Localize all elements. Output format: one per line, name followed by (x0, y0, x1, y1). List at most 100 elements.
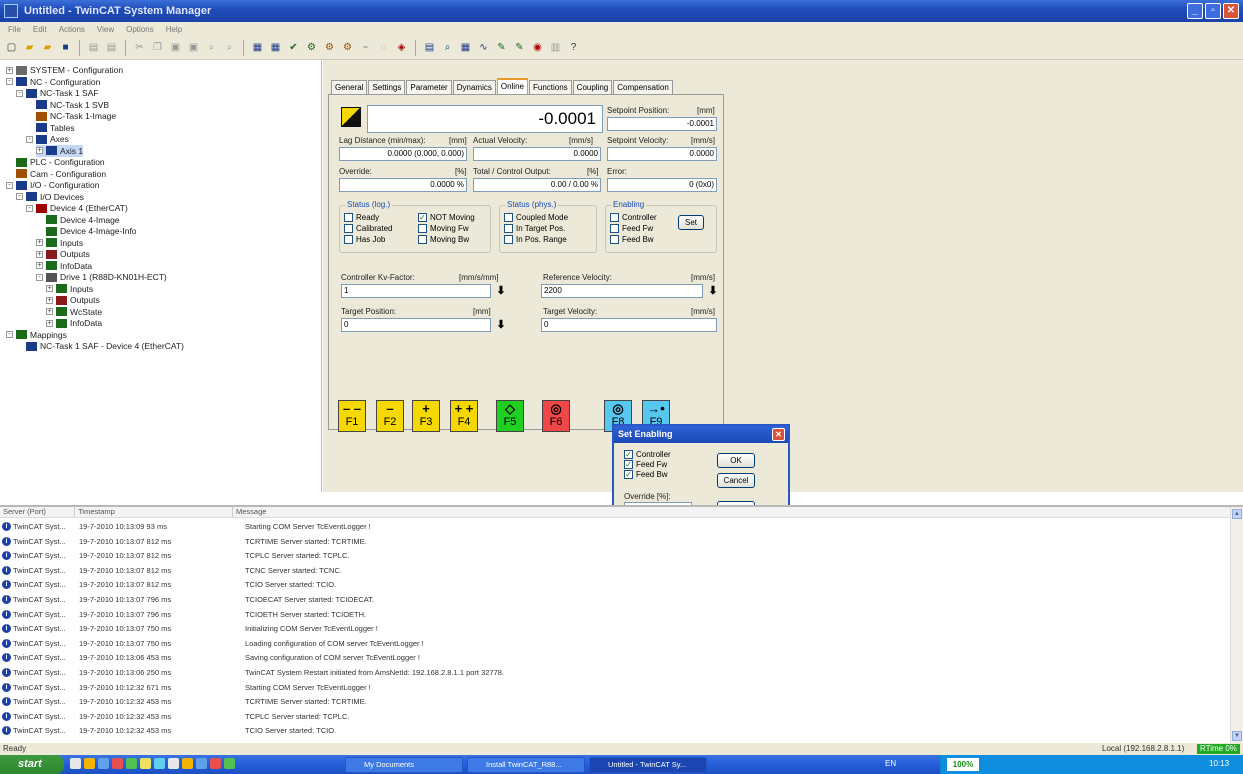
tree-expander-icon[interactable]: + (46, 285, 53, 292)
checkbox-box[interactable]: ✓ (624, 460, 633, 469)
tab-coupling[interactable]: Coupling (572, 80, 613, 94)
checkbox-moving-bw[interactable]: Moving Bw (418, 235, 469, 244)
tab-settings[interactable]: Settings (368, 80, 406, 94)
paste-icon[interactable]: ▣ (168, 40, 183, 55)
open-icon[interactable]: ▰ (22, 40, 37, 55)
log-row[interactable]: i TwinCAT Syst... 19-7-2010 10:13:07 796 m… (0, 609, 366, 620)
task-my-documents[interactable]: My Documents (345, 757, 463, 773)
print-icon[interactable]: ▤ (86, 40, 101, 55)
tree-item[interactable]: - I/O - Configuration (6, 179, 99, 191)
tree-item[interactable]: Cam - Configuration (6, 168, 106, 180)
menu-edit[interactable]: Edit (33, 25, 47, 34)
quick-launch-icon[interactable] (84, 758, 95, 769)
options-icon[interactable]: ▥ (548, 40, 563, 55)
quick-launch-icon[interactable] (182, 758, 193, 769)
tree-expander-icon[interactable]: - (16, 89, 23, 97)
tab-dynamics[interactable]: Dynamics (452, 80, 496, 94)
tree-item[interactable]: - NC-Task 1 SAF (16, 87, 99, 99)
find-next-icon[interactable]: ⌕ (222, 40, 237, 55)
tree-item[interactable]: + Inputs (36, 237, 83, 249)
tab-general[interactable]: General (331, 80, 368, 94)
tab-functions[interactable]: Functions (528, 80, 572, 94)
language-indicator[interactable]: EN (885, 759, 896, 768)
cut-icon[interactable]: ✂ (132, 40, 147, 55)
toggle-free-run-icon[interactable]: ◌ (376, 40, 391, 55)
tree-item[interactable]: + Inputs (46, 283, 93, 295)
checkbox-feed-fw[interactable]: ✓ Feed Fw (624, 460, 667, 469)
tree-expander-icon[interactable]: - (6, 78, 13, 85)
checkbox-moving-fw[interactable]: Moving Fw (418, 224, 469, 233)
scroll-down-icon[interactable]: ▼ (1232, 731, 1242, 741)
quick-launch-icon[interactable] (98, 758, 109, 769)
dialog-cancel-button[interactable]: Cancel (717, 473, 755, 488)
copy-icon[interactable]: ❐ (150, 40, 165, 55)
checkbox-box[interactable] (610, 224, 619, 233)
tree-item[interactable]: - Drive 1 (R88D-KN01H-ECT) (36, 271, 167, 283)
tree-expander-icon[interactable]: - (36, 273, 43, 281)
checkbox-box[interactable] (418, 235, 427, 244)
tree-item[interactable]: Tables (26, 122, 75, 134)
checkbox-box[interactable] (504, 213, 513, 222)
function-key-f1[interactable]: – – F1 (338, 400, 366, 432)
log-row[interactable]: i TwinCAT Syst... 19-7-2010 10:13:07 750 m… (0, 623, 378, 634)
tab-compensation[interactable]: Compensation (613, 80, 673, 94)
log-row[interactable]: i TwinCAT Syst... 19-7-2010 10:12:32 453 m… (0, 711, 349, 722)
dialog-close-icon[interactable]: ✕ (772, 428, 785, 441)
zoom-indicator[interactable]: 100% (947, 758, 979, 771)
tree-item[interactable]: Device 4-Image (36, 214, 120, 226)
tree-expander-icon[interactable]: + (46, 319, 53, 327)
tree-expander-icon[interactable]: + (46, 308, 53, 315)
check-config-icon[interactable]: ▦ (268, 40, 283, 55)
tree-item[interactable]: Device 4-Image-Info (36, 225, 137, 237)
quick-launch-icon[interactable] (112, 758, 123, 769)
kv-factor-input[interactable]: 1 (341, 284, 491, 298)
start-button[interactable]: start (0, 755, 64, 774)
scan-devices-icon[interactable]: ⌁ (358, 40, 373, 55)
quick-launch-icon[interactable] (154, 758, 165, 769)
tree-expander-icon[interactable]: + (36, 239, 43, 246)
preview-icon[interactable]: ▤ (104, 40, 119, 55)
tab-parameter[interactable]: Parameter (406, 80, 452, 94)
function-key-f3[interactable]: + F3 (412, 400, 440, 432)
tree-expander-icon[interactable]: - (26, 204, 33, 212)
log-col-message[interactable]: Message (233, 507, 266, 517)
checkbox-controller[interactable]: Controller (610, 213, 657, 222)
menu-file[interactable]: File (8, 25, 21, 34)
tree-item[interactable]: + SYSTEM - Configuration (6, 64, 123, 76)
tree-expander-icon[interactable]: + (6, 66, 13, 74)
quick-launch-icon[interactable] (196, 758, 207, 769)
set-enabling-button[interactable]: Set (678, 215, 704, 230)
log-row[interactable]: i TwinCAT Syst... 19-7-2010 10:13:07 812 m… (0, 579, 336, 590)
tree-item[interactable]: - I/O Devices (16, 191, 84, 203)
checkbox-in-pos-range[interactable]: In Pos. Range (504, 235, 567, 244)
log-row[interactable]: i TwinCAT Syst... 19-7-2010 10:13:07 812 m… (0, 550, 349, 561)
checkbox-box[interactable] (610, 235, 619, 244)
target-position-input[interactable]: 0 (341, 318, 491, 332)
set-run-mode-icon[interactable]: ⚙ (304, 40, 319, 55)
activate-config-icon[interactable]: ✔ (286, 40, 301, 55)
tree-item[interactable]: - Axes (26, 133, 69, 145)
checkbox-box[interactable]: ✓ (624, 470, 633, 479)
tree-item[interactable]: PLC - Configuration (6, 156, 105, 168)
task-install-twincat[interactable]: Install TwinCAT_R88... (467, 757, 585, 773)
checkbox-box[interactable]: ✓ (418, 213, 427, 222)
checkbox-box[interactable]: ✓ (624, 450, 633, 459)
tree-expander-icon[interactable]: - (26, 135, 33, 143)
log-row[interactable]: i TwinCAT Syst... 19-7-2010 10:13:06 250 m… (0, 667, 504, 678)
checkbox-box[interactable] (344, 213, 353, 222)
checkbox-coupled-mode[interactable]: Coupled Mode (504, 213, 568, 222)
close-button[interactable]: ✕ (1223, 3, 1239, 19)
tree-item[interactable]: + Outputs (36, 248, 90, 260)
maximize-button[interactable]: ▫ (1205, 3, 1221, 19)
log-row[interactable]: i TwinCAT Syst... 19-7-2010 10:12:32 453 m… (0, 725, 336, 736)
menu-view[interactable]: View (97, 25, 114, 34)
tree-item[interactable]: - Mappings (6, 329, 67, 341)
log-row[interactable]: i TwinCAT Syst... 19-7-2010 10:12:32 671 m… (0, 682, 371, 693)
show-online-icon[interactable]: ▤ (422, 40, 437, 55)
scope-icon[interactable]: ∿ (476, 40, 491, 55)
tree-item[interactable]: NC-Task 1-Image (26, 110, 116, 122)
scroll-up-icon[interactable]: ▲ (1232, 509, 1242, 519)
find-icon[interactable]: ⌕ (204, 40, 219, 55)
tree-item[interactable]: + Axis 1 (36, 144, 84, 157)
minimize-button[interactable]: _ (1187, 3, 1203, 19)
